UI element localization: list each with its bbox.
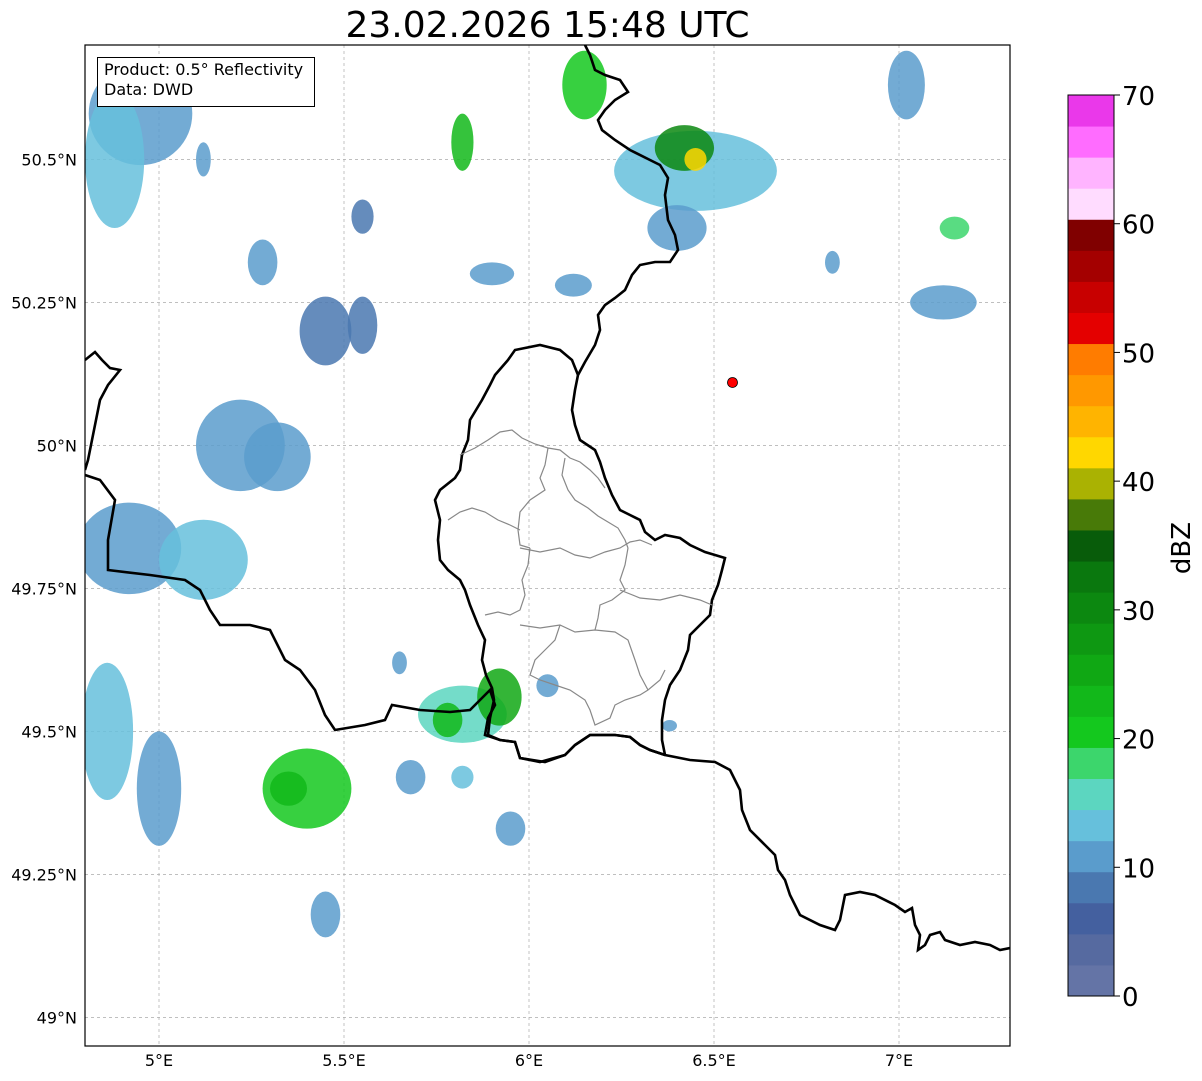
colorbar-segment: [1068, 716, 1114, 748]
colorbar-segment: [1068, 188, 1114, 220]
data-source-label: Data: DWD: [104, 80, 194, 99]
colorbar-tick-label: 30: [1122, 597, 1155, 627]
colorbar-tick-label: 0: [1122, 983, 1139, 1013]
colorbar-segment: [1068, 467, 1114, 500]
district-boundary-east: [594, 547, 629, 631]
colorbar-tick-label: 10: [1122, 854, 1155, 884]
echo-cell: [247, 239, 278, 286]
echo-cell: [554, 273, 592, 297]
echo-cell: [562, 50, 607, 120]
echo-cell: [662, 719, 677, 732]
echo-cell: [887, 50, 925, 120]
echo-cell: [85, 662, 134, 801]
radar-site-marker: [727, 377, 738, 388]
echo-cell: [299, 296, 352, 366]
colorbar-segment: [1068, 871, 1114, 904]
echo-cell: [351, 199, 374, 234]
district-boundary-center-vertical: [484, 547, 531, 616]
lon-tick-label: 6°E: [515, 1051, 543, 1070]
colorbar-segment: [1068, 592, 1114, 624]
colorbar-segment: [1068, 654, 1114, 686]
colorbar-segment: [1068, 343, 1114, 376]
colorbar-segment: [1068, 561, 1114, 593]
colorbar-segment: [1068, 157, 1114, 189]
colorbar-segment: [1068, 778, 1114, 811]
echo-cell: [392, 651, 407, 675]
echo-cell: [451, 765, 474, 789]
district-boundary-southeast: [619, 589, 713, 606]
info-box: Product: 0.5° Reflectivity Data: DWD: [97, 57, 315, 107]
colorbar-tick-label: 70: [1122, 82, 1155, 112]
colorbar-tick-label: 20: [1122, 726, 1155, 756]
echo-cell: [684, 147, 707, 171]
echo-cell: [910, 285, 977, 320]
echo-cell: [244, 422, 311, 492]
colorbar-segment: [1068, 219, 1114, 251]
district-boundary-west: [447, 507, 521, 531]
echo-cell: [85, 90, 145, 229]
lat-tick-label: 49.5°N: [21, 722, 77, 741]
echo-cell: [270, 771, 307, 806]
lat-tick-label: 49.75°N: [11, 579, 77, 598]
colorbar: 0 10 20 30 40 50 60 70 dBZ: [1067, 82, 1197, 1013]
lat-tick-label: 49.25°N: [11, 865, 77, 884]
echo-cell: [310, 891, 341, 938]
product-label: Product: 0.5° Reflectivity: [104, 60, 304, 79]
country-border-west: [85, 350, 123, 471]
lon-tick-label: 5°E: [145, 1051, 173, 1070]
colorbar-tick-label: 40: [1122, 468, 1155, 498]
colorbar-segment: [1068, 126, 1114, 158]
radar-map: 5°E 5.5°E 6°E 6.5°E 7°E 50.5°N 50.25°N 50°N 49.…: [11, 44, 1197, 1070]
district-boundary-north-inner: [517, 447, 549, 549]
lon-tick-label: 5.5°E: [322, 1051, 366, 1070]
colorbar-segment: [1068, 840, 1114, 873]
district-boundary-center: [519, 539, 653, 559]
district-boundary-southwest: [554, 669, 666, 726]
echo-cell: [136, 731, 182, 846]
echo-cell: [159, 519, 248, 600]
colorbar-segment: [1068, 405, 1114, 438]
colorbar-segment: [1068, 902, 1114, 935]
district-boundary-north: [459, 429, 606, 489]
colorbar-tick-label: 50: [1122, 339, 1155, 369]
colorbar-segment: [1068, 747, 1114, 780]
echo-cell: [825, 250, 840, 274]
longitude-ticks: 5°E 5.5°E 6°E 6.5°E 7°E: [145, 1051, 913, 1070]
colorbar-segment: [1068, 623, 1114, 655]
echo-cell: [451, 113, 474, 171]
lat-tick-label: 50°N: [37, 436, 77, 455]
borders: [85, 45, 1010, 953]
colorbar-segment: [1068, 529, 1114, 562]
echo-cell: [196, 142, 211, 177]
colorbar-segment: [1068, 250, 1114, 282]
echo-cell: [495, 811, 526, 846]
lon-tick-label: 7°E: [885, 1051, 913, 1070]
echo-cell: [432, 702, 463, 738]
lon-tick-label: 6.5°E: [692, 1051, 736, 1070]
echo-cell: [469, 262, 515, 286]
colorbar-segment: [1068, 95, 1114, 127]
colorbar-segment: [1068, 374, 1114, 407]
echo-cell: [347, 296, 378, 354]
colorbar-segment: [1068, 933, 1114, 966]
lat-tick-label: 50.25°N: [11, 293, 77, 312]
district-boundary-northeast: [561, 457, 629, 549]
colorbar-tick-label: 60: [1122, 211, 1155, 241]
lat-tick-label: 49°N: [37, 1008, 77, 1027]
colorbar-segment: [1068, 964, 1114, 997]
lat-tick-label: 50.5°N: [21, 150, 77, 169]
colorbar-segment: [1068, 498, 1114, 531]
colorbar-segment: [1068, 281, 1114, 313]
colorbar-segment: [1068, 436, 1114, 469]
colorbar-segment: [1068, 312, 1114, 345]
radar-echoes: [85, 50, 977, 938]
echo-cell: [395, 760, 426, 795]
colorbar-segment: [1068, 685, 1114, 717]
echo-cell: [939, 216, 970, 240]
latitude-ticks: 50.5°N 50.25°N 50°N 49.75°N 49.5°N 49.25°N 49°…: [11, 150, 77, 1027]
colorbar-label: dBZ: [1167, 522, 1197, 574]
colorbar-segment: [1068, 809, 1114, 842]
